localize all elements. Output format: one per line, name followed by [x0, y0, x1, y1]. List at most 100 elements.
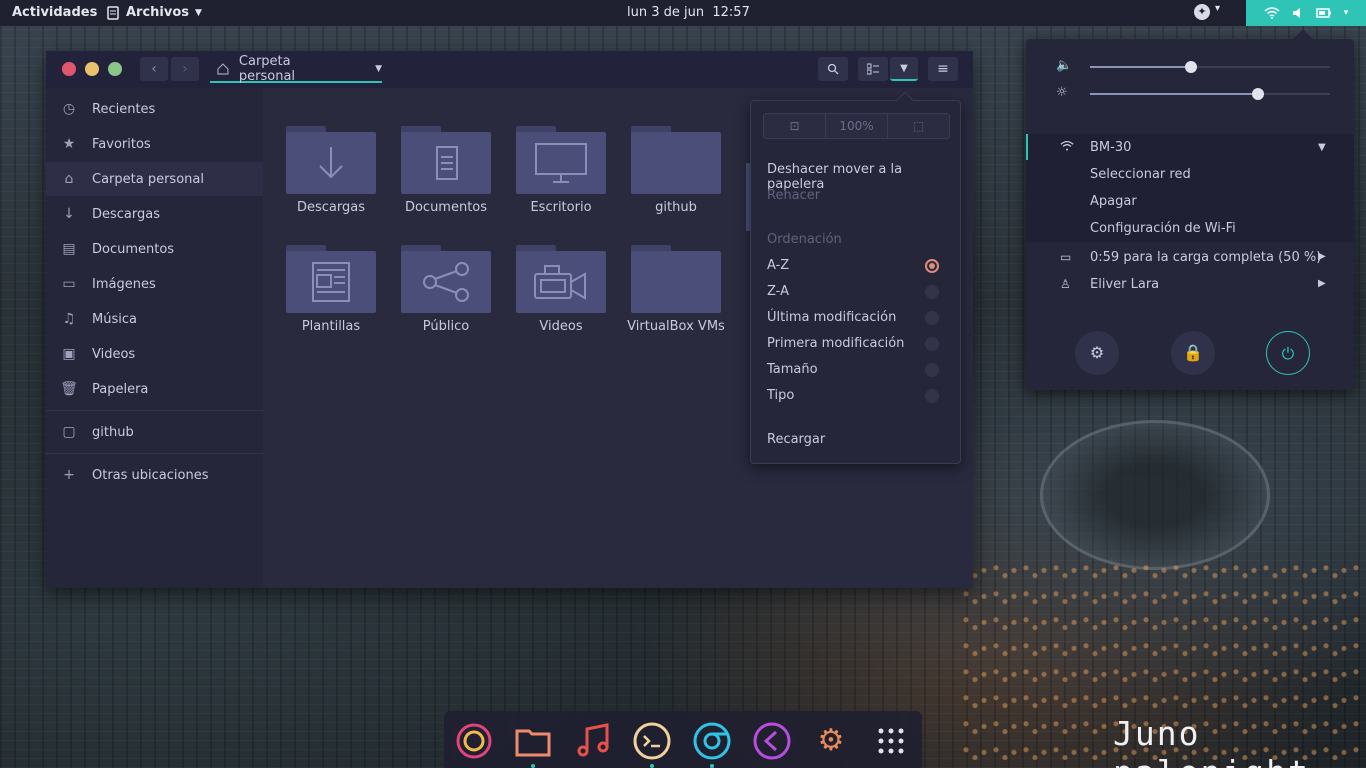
- terminal-icon[interactable]: [632, 721, 672, 761]
- sidebar-item-imagenes[interactable]: ▭ Imágenes: [46, 267, 263, 301]
- sidebar-item-favoritos[interactable]: ★ Favoritos: [46, 127, 263, 161]
- menu-button[interactable]: ≡: [928, 57, 958, 81]
- sidebar-item-documentos[interactable]: ▤ Documentos: [46, 232, 263, 266]
- accessibility-icon[interactable]: ✦: [1194, 4, 1210, 20]
- header-bar: ‹ › Carpeta personal ▼ ▼ ≡: [46, 51, 973, 88]
- sidebar-item-carpeta-personal[interactable]: ⌂ Carpeta personal: [46, 162, 263, 196]
- sidebar-item-label: Papelera: [92, 381, 149, 397]
- zoom-level[interactable]: 100%: [826, 114, 888, 138]
- trash-icon: 🗑: [60, 381, 78, 397]
- view-options-button[interactable]: ▼: [890, 57, 918, 81]
- chrome-icon[interactable]: [692, 721, 732, 761]
- places-sidebar: ◷ Recientes ★ Favoritos ⌂ Carpeta person…: [46, 88, 263, 588]
- wifi-network-name[interactable]: BM-30: [1090, 140, 1131, 155]
- sidebar-item-videos[interactable]: ▣ Videos: [46, 337, 263, 371]
- app-menu-button[interactable]: Archivos ▼: [106, 5, 202, 20]
- running-indicator: [710, 764, 714, 768]
- files-icon[interactable]: [513, 721, 553, 761]
- vscode-icon[interactable]: [752, 721, 792, 761]
- wifi-turn-off[interactable]: Apagar: [1090, 194, 1137, 209]
- user-icon: ♙: [1060, 277, 1071, 291]
- settings-icon[interactable]: ⚙: [811, 721, 851, 761]
- activities-button[interactable]: Actividades: [12, 5, 97, 20]
- sort-option-type[interactable]: Tipo: [767, 388, 794, 403]
- sidebar-item-papelera[interactable]: 🗑 Papelera: [46, 372, 263, 406]
- folder-videos[interactable]: Videos: [506, 245, 616, 345]
- sort-option-first-modified[interactable]: Primera modificación: [767, 336, 904, 351]
- wifi-settings[interactable]: Configuración de Wi-Fi: [1090, 221, 1236, 236]
- document-icon: [436, 146, 458, 180]
- sidebar-divider: [46, 410, 263, 411]
- back-button[interactable]: ‹: [140, 57, 168, 81]
- sidebar-item-label: github: [92, 424, 134, 440]
- clock-date: lun 3 de jun: [627, 5, 705, 20]
- volume-icon: 🔈: [1056, 58, 1073, 73]
- folder-escritorio[interactable]: Escritorio: [506, 126, 616, 226]
- maximize-window-button[interactable]: [108, 62, 122, 76]
- brightness-track: [1090, 88, 1330, 100]
- chevron-right-icon[interactable]: ▶: [1318, 251, 1326, 262]
- sort-option-a-z[interactable]: A-Z: [767, 258, 789, 273]
- chevron-right-icon[interactable]: ▶: [1318, 278, 1326, 289]
- gear-icon: ⚙: [1089, 343, 1105, 362]
- folder-plantillas[interactable]: Plantillas: [276, 245, 386, 345]
- folder-publico[interactable]: Público: [391, 245, 501, 345]
- power-button[interactable]: ⏻: [1266, 331, 1310, 375]
- path-label: Carpeta personal: [238, 54, 296, 84]
- brightness-fill: [1090, 93, 1258, 95]
- clock[interactable]: lun 3 de jun 12:57: [627, 5, 750, 20]
- music-icon: ♫: [62, 311, 76, 327]
- sort-radio-a-z[interactable]: [925, 259, 939, 273]
- sort-radio-last-modified[interactable]: [925, 311, 939, 325]
- volume-knob[interactable]: [1184, 61, 1197, 73]
- folder-label: Descargas: [296, 200, 365, 215]
- music-icon[interactable]: [573, 721, 613, 761]
- zoom-out-button[interactable]: ⊡: [764, 114, 826, 138]
- sort-radio-size[interactable]: [925, 363, 939, 377]
- wifi-select-network[interactable]: Seleccionar red: [1090, 167, 1191, 182]
- reload-menu-item[interactable]: Recargar: [767, 432, 825, 447]
- battery-status[interactable]: 0:59 para la carga completa (50 %): [1090, 250, 1321, 265]
- sidebar-item-github[interactable]: ▢ github: [46, 415, 263, 449]
- sort-option-size[interactable]: Tamaño: [767, 362, 818, 377]
- sidebar-item-label: Música: [92, 311, 137, 327]
- folder-virtualbox-vms[interactable]: VirtualBox VMs: [621, 245, 731, 345]
- sidebar-item-recientes[interactable]: ◷ Recientes: [46, 92, 263, 126]
- app-grid-icon[interactable]: [871, 721, 911, 761]
- menu-arrow: [1293, 29, 1313, 49]
- chevron-down-icon[interactable]: ▼: [1318, 142, 1326, 153]
- sort-radio-first-modified[interactable]: [925, 337, 939, 351]
- sidebar-item-musica[interactable]: ♫ Música: [46, 302, 263, 336]
- volume-slider[interactable]: 🔈: [1056, 58, 1336, 76]
- brightness-knob[interactable]: [1252, 88, 1264, 100]
- folder-documentos[interactable]: Documentos: [391, 126, 501, 226]
- path-bar[interactable]: Carpeta personal ▼: [210, 54, 382, 84]
- search-button[interactable]: [818, 57, 848, 81]
- volume-icon: [1292, 8, 1300, 18]
- firefox-icon[interactable]: [454, 721, 494, 761]
- sort-radio-type[interactable]: [925, 389, 939, 403]
- folder-github[interactable]: github: [621, 126, 731, 226]
- folder-descargas[interactable]: Descargas: [276, 126, 386, 226]
- redo-menu-item[interactable]: Rehacer: [767, 188, 820, 203]
- close-window-button[interactable]: [62, 62, 76, 76]
- sort-option-last-modified[interactable]: Última modificación: [767, 310, 896, 325]
- lock-button[interactable]: 🔒: [1171, 331, 1215, 375]
- search-icon: [827, 63, 839, 75]
- zoom-in-button[interactable]: ⬚: [888, 114, 949, 138]
- sidebar-item-otras-ubicaciones[interactable]: + Otras ubicaciones: [46, 458, 263, 492]
- sidebar-item-descargas[interactable]: ↓ Descargas: [46, 197, 263, 231]
- minimize-window-button[interactable]: [85, 62, 99, 76]
- zoom-out-icon: ⊡: [789, 119, 800, 133]
- top-bar: Actividades Archivos ▼ lun 3 de jun 12:5…: [0, 0, 1366, 26]
- brightness-slider[interactable]: ☼: [1056, 85, 1336, 103]
- user-name[interactable]: Eliver Lara: [1090, 277, 1159, 292]
- brightness-icon: ☼: [1056, 85, 1068, 100]
- sort-radio-z-a[interactable]: [925, 285, 939, 299]
- status-area[interactable]: ▾: [1246, 0, 1366, 26]
- settings-button[interactable]: ⚙: [1075, 331, 1119, 375]
- view-toggle-button[interactable]: [858, 57, 888, 81]
- sort-option-z-a[interactable]: Z-A: [767, 284, 789, 299]
- forward-button[interactable]: ›: [171, 57, 199, 81]
- chevron-down-icon: ▼: [375, 64, 382, 74]
